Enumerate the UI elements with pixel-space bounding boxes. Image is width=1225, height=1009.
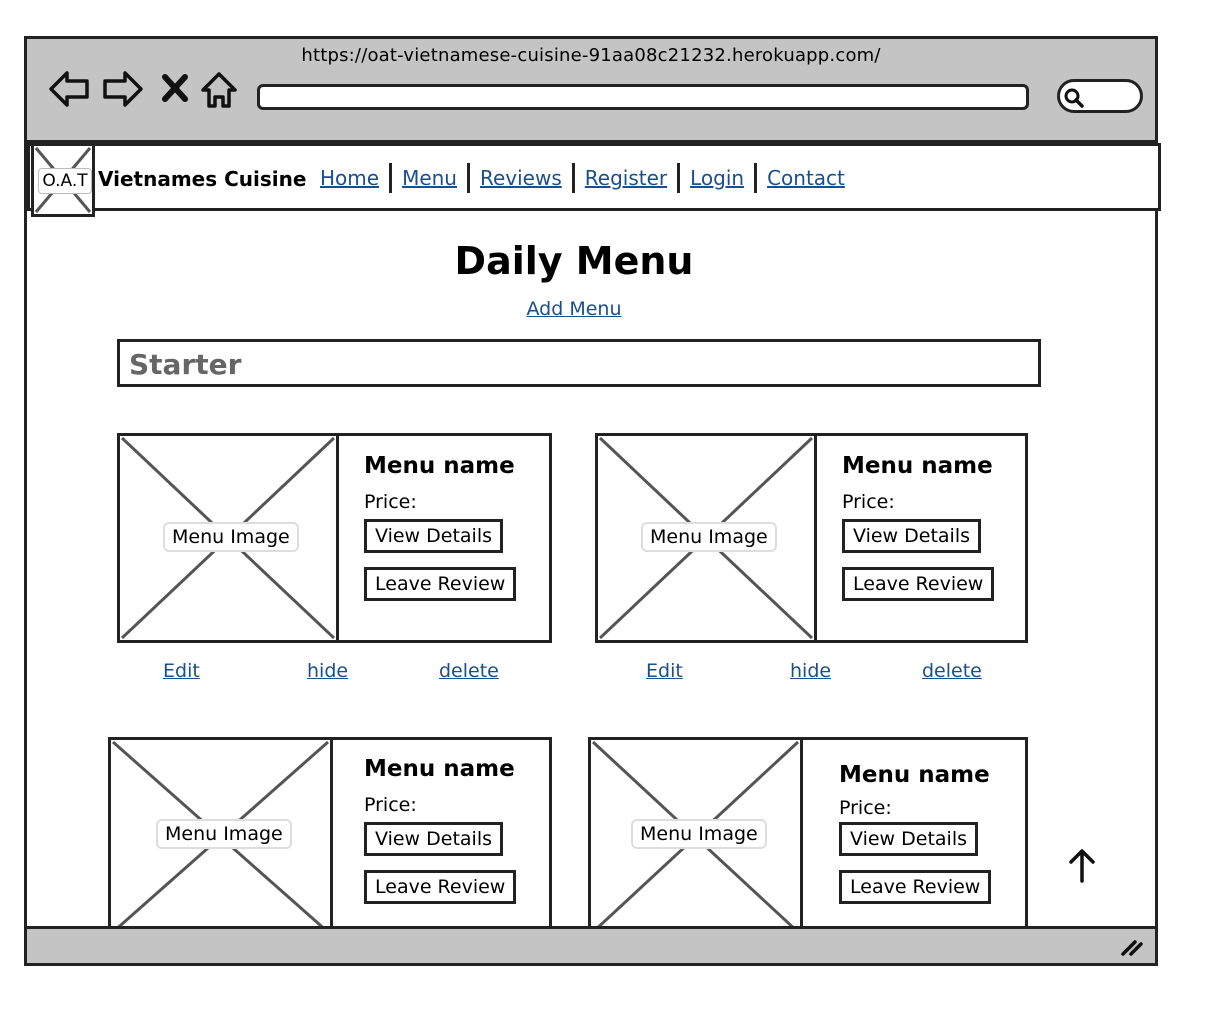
nav-link-menu[interactable]: Menu	[392, 166, 467, 190]
nav-links: Home Menu Reviews Register Login Contact	[310, 163, 855, 193]
add-menu-link[interactable]: Add Menu	[27, 298, 1121, 320]
menu-price: Price:	[364, 794, 417, 816]
page-content: Daily Menu Add Menu Starter Menu Image M…	[27, 211, 1155, 929]
nav-link-register[interactable]: Register	[575, 166, 677, 190]
edit-link[interactable]: Edit	[646, 660, 683, 682]
browser-search-box[interactable]	[1057, 79, 1143, 113]
logo-text: O.A.T	[38, 168, 92, 194]
leave-review-button[interactable]: Leave Review	[364, 870, 517, 904]
menu-card-info: Menu name Price: View Details Leave Revi…	[803, 740, 1025, 929]
menu-card: Menu Image Menu name Price: View Details…	[117, 433, 552, 643]
search-icon	[1064, 88, 1084, 108]
delete-link[interactable]: delete	[922, 660, 982, 682]
site-navbar: O.A.T Vietnames Cuisine Home Menu Review…	[27, 143, 1161, 217]
menu-card: Menu Image Menu name Price: View Details…	[595, 433, 1028, 643]
menu-price: Price:	[842, 491, 895, 513]
view-details-button[interactable]: View Details	[364, 519, 503, 553]
add-menu-link-label[interactable]: Add Menu	[527, 298, 622, 320]
view-details-button[interactable]: View Details	[839, 822, 978, 856]
delete-link[interactable]: delete	[439, 660, 499, 682]
nav-link-contact[interactable]: Contact	[757, 166, 855, 190]
menu-card: Menu Image Menu name Price: View Details…	[588, 737, 1028, 929]
view-details-button[interactable]: View Details	[842, 519, 981, 553]
browser-window: https://oat-vietnamese-cuisine-91aa08c21…	[24, 36, 1161, 966]
menu-name: Menu name	[839, 762, 990, 788]
leave-review-button[interactable]: Leave Review	[842, 567, 995, 601]
menu-card-info: Menu name Price: View Details Leave Revi…	[333, 740, 549, 929]
back-icon[interactable]	[47, 69, 91, 109]
menu-image-label: Menu Image	[156, 819, 292, 849]
section-header-starter: Starter	[117, 339, 1041, 387]
address-bar[interactable]	[257, 84, 1029, 110]
browser-chrome: https://oat-vietnamese-cuisine-91aa08c21…	[27, 39, 1155, 143]
menu-image: Menu Image	[598, 436, 817, 640]
menu-card: Menu Image Menu name Price: View Details…	[108, 737, 552, 929]
menu-name: Menu name	[364, 756, 515, 782]
leave-review-button[interactable]: Leave Review	[364, 567, 517, 601]
nav-link-login[interactable]: Login	[680, 166, 754, 190]
section-title: Starter	[129, 348, 242, 381]
logo[interactable]: O.A.T	[31, 143, 95, 217]
home-icon[interactable]	[199, 69, 239, 111]
browser-status-bar	[27, 926, 1155, 963]
menu-card-info: Menu name Price: View Details Leave Revi…	[817, 436, 1027, 640]
menu-name: Menu name	[364, 453, 515, 479]
menu-image: Menu Image	[111, 740, 333, 929]
resize-handle-icon[interactable]	[1119, 936, 1145, 958]
hide-link[interactable]: hide	[790, 660, 831, 682]
nav-link-reviews[interactable]: Reviews	[470, 166, 572, 190]
close-icon[interactable]	[161, 73, 189, 103]
brand-name[interactable]: Vietnames Cuisine	[98, 167, 306, 191]
scroll-to-top-icon[interactable]	[1067, 847, 1097, 883]
menu-image-label: Menu Image	[631, 819, 767, 849]
menu-image: Menu Image	[591, 740, 803, 929]
hide-link[interactable]: hide	[307, 660, 348, 682]
page-title: Daily Menu	[454, 239, 694, 283]
edit-link[interactable]: Edit	[163, 660, 200, 682]
menu-card-info: Menu name Price: View Details Leave Revi…	[339, 436, 549, 640]
menu-price: Price:	[839, 797, 892, 819]
leave-review-button[interactable]: Leave Review	[839, 870, 992, 904]
menu-image-label: Menu Image	[163, 522, 299, 552]
menu-image-label: Menu Image	[641, 522, 777, 552]
view-details-button[interactable]: View Details	[364, 822, 503, 856]
menu-name: Menu name	[842, 453, 993, 479]
menu-image: Menu Image	[120, 436, 339, 640]
url-text: https://oat-vietnamese-cuisine-91aa08c21…	[301, 45, 881, 66]
nav-link-home[interactable]: Home	[310, 166, 389, 190]
forward-icon[interactable]	[101, 69, 145, 109]
menu-price: Price:	[364, 491, 417, 513]
